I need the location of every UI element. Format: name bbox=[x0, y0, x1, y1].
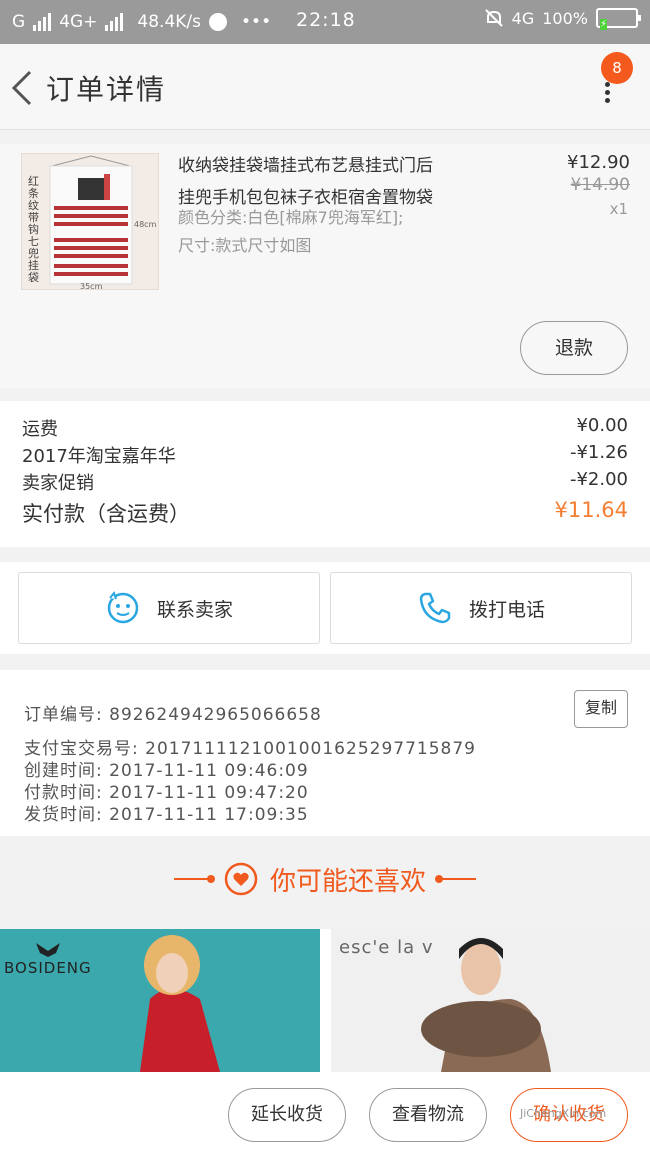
contact-actions: 联系卖家 拨打电话 bbox=[0, 562, 650, 654]
recommend-item[interactable]: BOSIDENG bbox=[0, 929, 320, 1072]
cost-value: -¥1.26 bbox=[569, 442, 628, 463]
cost-value: ¥0.00 bbox=[576, 415, 628, 436]
heart-icon bbox=[224, 862, 258, 896]
total-value: ¥11.64 bbox=[554, 498, 628, 522]
order-number: 订单编号: 892624942965066658 bbox=[24, 705, 322, 725]
view-logistics-button[interactable]: 查看物流 bbox=[369, 1088, 487, 1142]
header: 订单详情 8 bbox=[0, 44, 650, 130]
brand-label: BOSIDENG bbox=[4, 959, 92, 977]
contact-seller-label: 联系卖家 bbox=[156, 598, 233, 621]
contact-seller-button[interactable]: 联系卖家 bbox=[18, 572, 320, 644]
call-phone-label: 拨打电话 bbox=[468, 598, 545, 621]
total-label: 实付款（含运费） bbox=[22, 502, 190, 526]
brand-label: esc'e la v bbox=[339, 937, 434, 958]
recommend-item[interactable]: esc'e la v bbox=[331, 929, 650, 1072]
network-label: 4G bbox=[511, 8, 535, 28]
cost-row-carnival: 2017年淘宝嘉年华 -¥1.26 bbox=[22, 442, 628, 468]
cost-row-promo: 卖家促销 -¥2.00 bbox=[22, 469, 628, 495]
cost-row-total: 实付款（含运费） ¥11.64 bbox=[22, 498, 628, 528]
cost-label: 卖家促销 bbox=[22, 473, 94, 494]
page-title: 订单详情 bbox=[46, 73, 167, 106]
network-type-label: 4G+ bbox=[59, 12, 98, 32]
call-phone-button[interactable]: 拨打电话 bbox=[330, 572, 632, 644]
signal-icon-2 bbox=[105, 13, 124, 31]
battery-icon: ⚡ bbox=[596, 8, 641, 30]
net-speed: 48.4K/s bbox=[137, 12, 202, 32]
thumb-width-label: 35cm bbox=[80, 282, 103, 290]
copy-button[interactable]: 复制 bbox=[574, 690, 628, 728]
divider-left bbox=[173, 875, 215, 883]
product-card[interactable]: 红条纹带钩七兜挂袋 48cm 35cm 收纳袋挂袋墙挂式布艺悬挂式门后 挂兜手机… bbox=[0, 144, 650, 388]
shipped-time: 发货时间: 2017-11-11 17:09:35 bbox=[24, 805, 309, 825]
browser-icon bbox=[209, 13, 228, 31]
order-info: 订单编号: 892624942965066658 复制 支付宝交易号: 2017… bbox=[0, 670, 650, 836]
watermark: JiChengXin.com bbox=[520, 1107, 607, 1120]
recommendation-title: 你可能还喜欢 bbox=[269, 866, 426, 897]
product-spec: 颜色分类:白色[棉麻7兜海军红]; 尺寸:款式尺寸如图 bbox=[178, 204, 518, 260]
extend-receipt-button[interactable]: 延长收货 bbox=[228, 1088, 346, 1142]
battery-percent: 100% bbox=[542, 8, 588, 28]
product-original-price: ¥14.90 bbox=[570, 175, 630, 195]
signal-icon bbox=[33, 13, 52, 31]
refund-button[interactable]: 退款 bbox=[520, 321, 628, 375]
back-arrow-icon[interactable] bbox=[8, 68, 38, 108]
thumb-height-label: 48cm bbox=[134, 220, 157, 229]
thumb-caption: 红条纹带钩七兜挂袋 bbox=[28, 175, 39, 284]
product-spec-line2: 尺寸:款式尺寸如图 bbox=[178, 236, 312, 255]
recommendation-header: 你可能还喜欢 bbox=[0, 837, 650, 921]
status-bar: G 4G+ 48.4K/s ••• 22:18 4G 100% ⚡ bbox=[0, 0, 650, 44]
product-quantity: x1 bbox=[609, 200, 628, 218]
more-dots: ••• bbox=[241, 12, 272, 32]
product-image bbox=[0, 929, 320, 1072]
recommendation-grid: BOSIDENG esc'e la v bbox=[0, 929, 650, 1072]
cost-value: -¥2.00 bbox=[569, 469, 628, 490]
product-spec-line1: 颜色分类:白色[棉麻7兜海军红]; bbox=[178, 208, 404, 227]
carrier-label: G bbox=[12, 12, 26, 32]
cost-breakdown: 运费 ¥0.00 2017年淘宝嘉年华 -¥1.26 卖家促销 -¥2.00 实… bbox=[0, 401, 650, 547]
notification-badge: 8 bbox=[601, 52, 633, 84]
divider-right bbox=[435, 875, 476, 883]
cost-label: 2017年淘宝嘉年华 bbox=[22, 446, 176, 467]
product-price: ¥12.90 bbox=[567, 152, 630, 173]
cost-row-shipping: 运费 ¥0.00 bbox=[22, 415, 628, 441]
mute-icon bbox=[484, 9, 503, 27]
product-title-line1: 收纳袋挂袋墙挂式布艺悬挂式门后 bbox=[178, 156, 433, 176]
more-menu-icon[interactable] bbox=[601, 82, 613, 108]
chat-bubble-icon bbox=[107, 590, 139, 624]
cost-label: 运费 bbox=[22, 419, 58, 440]
product-thumbnail[interactable]: 红条纹带钩七兜挂袋 48cm 35cm bbox=[21, 153, 159, 290]
phone-icon bbox=[419, 592, 451, 624]
clock: 22:18 bbox=[296, 9, 356, 31]
